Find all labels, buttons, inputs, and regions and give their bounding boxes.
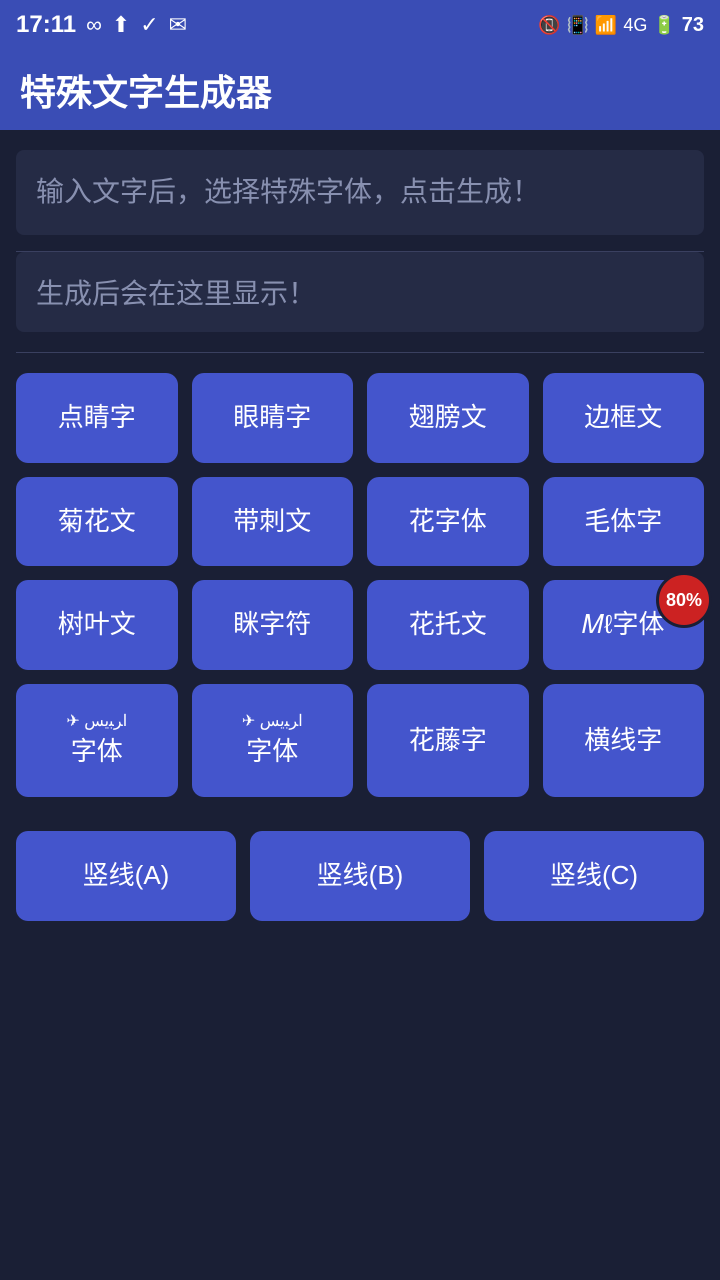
btn-zi-ti-a[interactable]: ✈ ﺍﺮﺒﻳﺲ 字体 bbox=[16, 684, 178, 797]
status-right: 📵 📳 📶 4G 🔋 73 bbox=[538, 14, 704, 37]
battery-percent: 73 bbox=[682, 14, 704, 37]
zi-ti-b-label: 字体 bbox=[246, 736, 298, 766]
bottom-spacer bbox=[16, 921, 704, 1021]
ad-badge: 80% bbox=[656, 572, 712, 628]
btn-mei-zi-fu[interactable]: 眯字符 bbox=[192, 580, 354, 670]
upload-icon: ⬆ bbox=[112, 12, 130, 38]
infinity-icon: ∞ bbox=[86, 12, 102, 38]
btn-shu-ye-wen[interactable]: 树叶文 bbox=[16, 580, 178, 670]
battery-icon: 🔋 bbox=[653, 15, 675, 36]
app-bar: 特殊文字生成器 bbox=[0, 50, 720, 130]
wifi-icon: 📶 bbox=[595, 15, 617, 36]
mail-icon: ✉ bbox=[169, 12, 187, 38]
arabic-deco-a: ✈ ﺍﺮﺒﻳﺲ bbox=[24, 712, 170, 733]
button-row-5: 竖线(A) 竖线(B) 竖线(C) bbox=[16, 831, 704, 921]
status-left: 17:11 ∞ ⬆ ✓ ✉ bbox=[16, 11, 187, 39]
check-icon: ✓ bbox=[140, 12, 158, 38]
btn-ml-zi-ti[interactable]: 80% 𝑀ℓ字体 bbox=[543, 580, 705, 670]
btn-zi-ti-b[interactable]: ✈ ﺍﺮﺒﻳﺲ 字体 bbox=[192, 684, 354, 797]
output-placeholder: 生成后会在这里显示！ bbox=[36, 272, 684, 312]
signal-icon: 4G bbox=[623, 15, 647, 36]
btn-zhu-xian-b[interactable]: 竖线(B) bbox=[250, 831, 470, 921]
phone-icon: 📵 bbox=[538, 15, 560, 36]
main-content: 输入文字后，选择特殊字体，点击生成！ 生成后会在这里显示！ 点睛字 眼睛字 翅膀… bbox=[0, 130, 720, 1041]
output-section: 生成后会在这里显示！ bbox=[16, 252, 704, 332]
status-bar: 17:11 ∞ ⬆ ✓ ✉ 📵 📳 📶 4G 🔋 73 bbox=[0, 0, 720, 50]
btn-dian-jing-zi[interactable]: 点睛字 bbox=[16, 373, 178, 463]
btn-bian-kuang-wen[interactable]: 边框文 bbox=[543, 373, 705, 463]
app-title: 特殊文字生成器 bbox=[20, 64, 272, 116]
zi-ti-a-label: 字体 bbox=[71, 736, 123, 766]
btn-chi-bang-wen[interactable]: 翅膀文 bbox=[367, 373, 529, 463]
btn-hua-tuo-wen[interactable]: 花托文 bbox=[367, 580, 529, 670]
arabic-deco-b: ✈ ﺍﺮﺒﻳﺲ bbox=[200, 712, 346, 733]
divider-2 bbox=[16, 352, 704, 353]
btn-hua-teng-zi[interactable]: 花藤字 bbox=[367, 684, 529, 797]
vibrate-icon: 📳 bbox=[566, 15, 588, 36]
input-section[interactable]: 输入文字后，选择特殊字体，点击生成！ bbox=[16, 150, 704, 235]
btn-dai-ci-wen[interactable]: 带刺文 bbox=[192, 477, 354, 567]
input-placeholder[interactable]: 输入文字后，选择特殊字体，点击生成！ bbox=[36, 170, 684, 215]
btn-zhu-xian-c[interactable]: 竖线(C) bbox=[484, 831, 704, 921]
ml-label: 𝑀ℓ字体 bbox=[582, 609, 664, 639]
btn-mao-ti-zi[interactable]: 毛体字 bbox=[543, 477, 705, 567]
btn-heng-xian-zi[interactable]: 横线字 bbox=[543, 684, 705, 797]
btn-ju-hua-wen[interactable]: 菊花文 bbox=[16, 477, 178, 567]
status-time: 17:11 bbox=[16, 11, 76, 39]
button-row-1: 点睛字 眼睛字 翅膀文 边框文 菊花文 带刺文 花字体 毛体字 树叶文 眯字符 … bbox=[16, 373, 704, 817]
btn-hua-zi-ti[interactable]: 花字体 bbox=[367, 477, 529, 567]
btn-zhu-xian-a[interactable]: 竖线(A) bbox=[16, 831, 236, 921]
btn-yan-jing-zi[interactable]: 眼睛字 bbox=[192, 373, 354, 463]
